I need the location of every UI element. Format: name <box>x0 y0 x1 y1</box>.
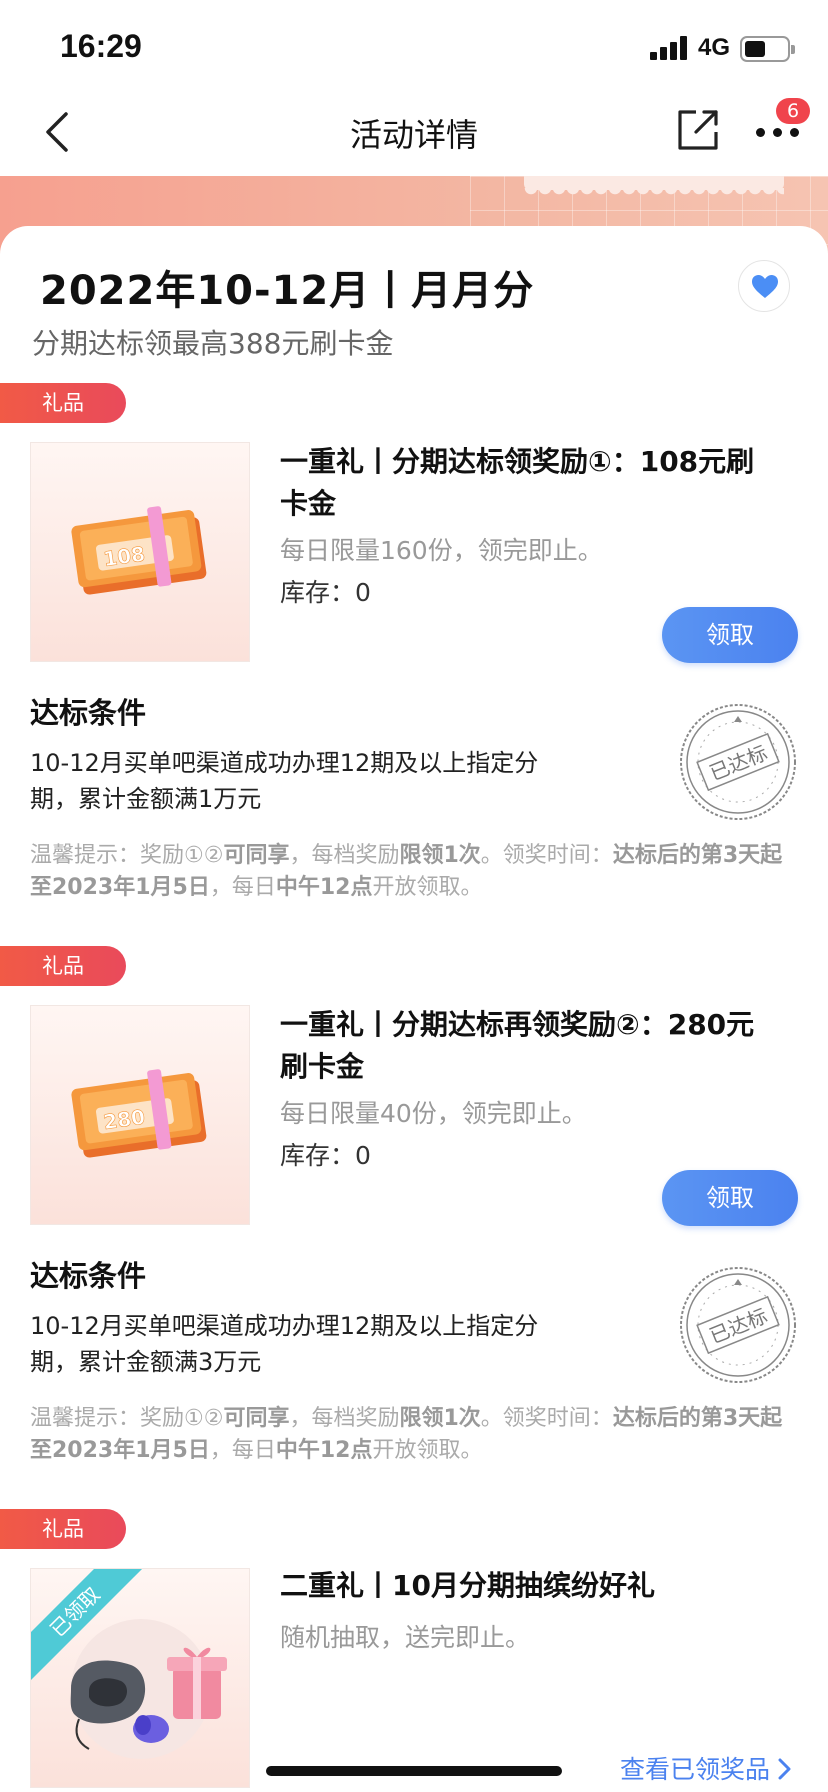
signal-icon <box>650 36 692 60</box>
gift-limit: 每日限量40份，领完即止。 <box>280 1099 587 1128</box>
share-icon[interactable] <box>674 106 722 154</box>
gift-tag: 礼品 <box>0 383 126 423</box>
favorite-button[interactable] <box>738 260 790 312</box>
gift-name: 二重礼丨10月分期抽缤纷好礼 <box>280 1569 655 1602</box>
achieved-stamp-icon: 已达标 <box>678 1265 798 1385</box>
status-bar: 16:29 4G <box>0 0 828 90</box>
heart-icon <box>752 275 778 298</box>
gift-tag: 礼品 <box>0 946 126 986</box>
battery-icon <box>740 36 795 62</box>
gift-name: 一重礼丨分期达标再领奖励②：280元刷卡金 <box>280 1008 755 1083</box>
tips-text: 温馨提示：奖励①②可同享，每档奖励限领1次。领奖时间：达标后的第3天起至2023… <box>30 1406 783 1463</box>
tips-text: 温馨提示：奖励①②可同享，每档奖励限领1次。领奖时间：达标后的第3天起至2023… <box>30 843 783 900</box>
condition-title: 达标条件 <box>30 1259 147 1293</box>
network-type: 4G <box>698 34 731 61</box>
gift-stock: 库存：0 <box>280 1141 371 1170</box>
claim-button[interactable]: 领取 <box>662 1170 798 1226</box>
view-claimed-prizes-link[interactable]: 查看已领奖品 <box>620 1750 796 1786</box>
gift-image[interactable]: 280 <box>30 1005 250 1225</box>
chevron-right-icon <box>778 1758 791 1780</box>
gift-stock: 库存：0 <box>280 578 371 607</box>
view-prizes-label: 查看已领奖品 <box>620 1755 771 1784</box>
achieved-stamp-icon: 已达标 <box>678 702 798 822</box>
gift-limit: 每日限量160份，领完即止。 <box>280 536 603 565</box>
activity-subtitle: 分期达标领最高388元刷卡金 <box>32 327 394 360</box>
condition-text: 10-12月买单吧渠道成功办理12期及以上指定分期，累计金额满3万元 <box>30 1312 539 1376</box>
status-time: 16:29 <box>60 28 142 64</box>
condition-title: 达标条件 <box>30 696 147 730</box>
activity-title: 2022年10-12月丨月月分 <box>40 268 535 314</box>
gift-image[interactable]: 108 <box>30 442 250 662</box>
condition-text: 10-12月买单吧渠道成功办理12期及以上指定分期，累计金额满1万元 <box>30 749 539 813</box>
nav-bar: 活动详情 6 <box>0 90 828 176</box>
gift-tag: 礼品 <box>0 1509 126 1549</box>
gift-image[interactable]: 已领取 <box>30 1568 250 1788</box>
gift-name: 一重礼丨分期达标领奖励①：108元刷卡金 <box>280 445 755 520</box>
gift-limit: 随机抽取，送完即止。 <box>280 1623 531 1652</box>
claim-button[interactable]: 领取 <box>662 607 798 663</box>
home-indicator <box>266 1766 562 1776</box>
notification-badge: 6 <box>776 98 810 124</box>
